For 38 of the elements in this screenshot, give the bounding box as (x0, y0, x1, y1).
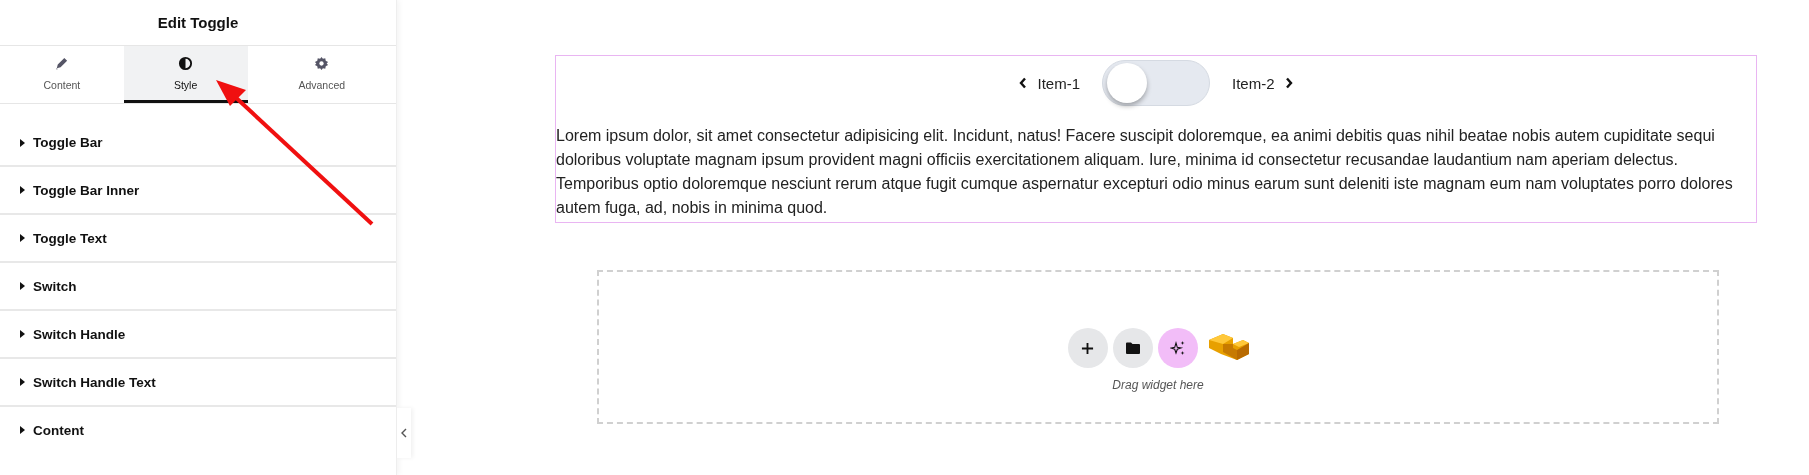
panel-tab[interactable]: Style (123, 46, 248, 103)
panel-tab[interactable]: Advanced (247, 46, 396, 103)
caret-icon (20, 282, 25, 290)
drop-hint: Drag widget here (1112, 378, 1204, 392)
section-header[interactable]: Toggle Text (0, 215, 396, 263)
ai-button[interactable] (1157, 328, 1198, 368)
section-header[interactable]: Content (0, 407, 396, 453)
section-header[interactable]: Switch (0, 263, 396, 311)
sparkle-icon (1169, 340, 1186, 356)
section-header[interactable]: Toggle Bar Inner (0, 167, 396, 215)
chevron-right-icon (1284, 77, 1293, 89)
section-header[interactable]: Switch Handle Text (0, 359, 396, 407)
caret-icon (20, 330, 25, 338)
toggle-widget[interactable] (555, 55, 1757, 223)
caret-icon (20, 426, 25, 434)
half-circle-icon (178, 55, 194, 71)
section-header[interactable]: Toggle Bar (0, 104, 396, 167)
folder-icon (1125, 342, 1140, 354)
switch-handle[interactable] (1107, 63, 1147, 103)
toggle-label: Item-2 (1232, 74, 1275, 92)
caret-icon (20, 186, 25, 194)
plus-icon (1081, 341, 1094, 355)
caret-icon (20, 378, 25, 386)
chevron-left-icon (1019, 77, 1028, 89)
toggle-switch[interactable] (1102, 60, 1210, 106)
paragraph: Lorem ipsum dolor, sit amet consectetur adipisicing elit. Incidunt, natus! Facere suscipit doloremque, ea animi debitis quas nihil beatae nobis autem cupiditate sequi doloribus voluptate magnam ipsum provident magni officiis exercitationem aliquam. Iure, minima id consectetur recusandae laudantium nam aperiam delectus. Temporibus optio doloremque nesciunt rerum atque fugit cumque aspernatur excepturi odio minus earum sunt deleniti iste magnam eum nam voluptates porro dolores autem fuga, ad, nobis in minima quod. (556, 126, 1734, 218)
section-header[interactable]: Switch Handle (0, 311, 396, 359)
panel-tab[interactable]: Content (0, 46, 124, 103)
caret-icon (20, 138, 25, 147)
panel-title: Edit Toggle (157, 14, 239, 31)
toggle-label: Item-1 (1037, 74, 1080, 92)
folder-button[interactable] (1112, 328, 1153, 368)
pencil-icon (54, 55, 70, 71)
chevron-left-icon (401, 428, 407, 438)
caret-icon (20, 234, 25, 242)
add-button[interactable] (1067, 328, 1108, 368)
collapse-panel-button[interactable] (397, 408, 411, 458)
gear-icon (314, 55, 330, 71)
